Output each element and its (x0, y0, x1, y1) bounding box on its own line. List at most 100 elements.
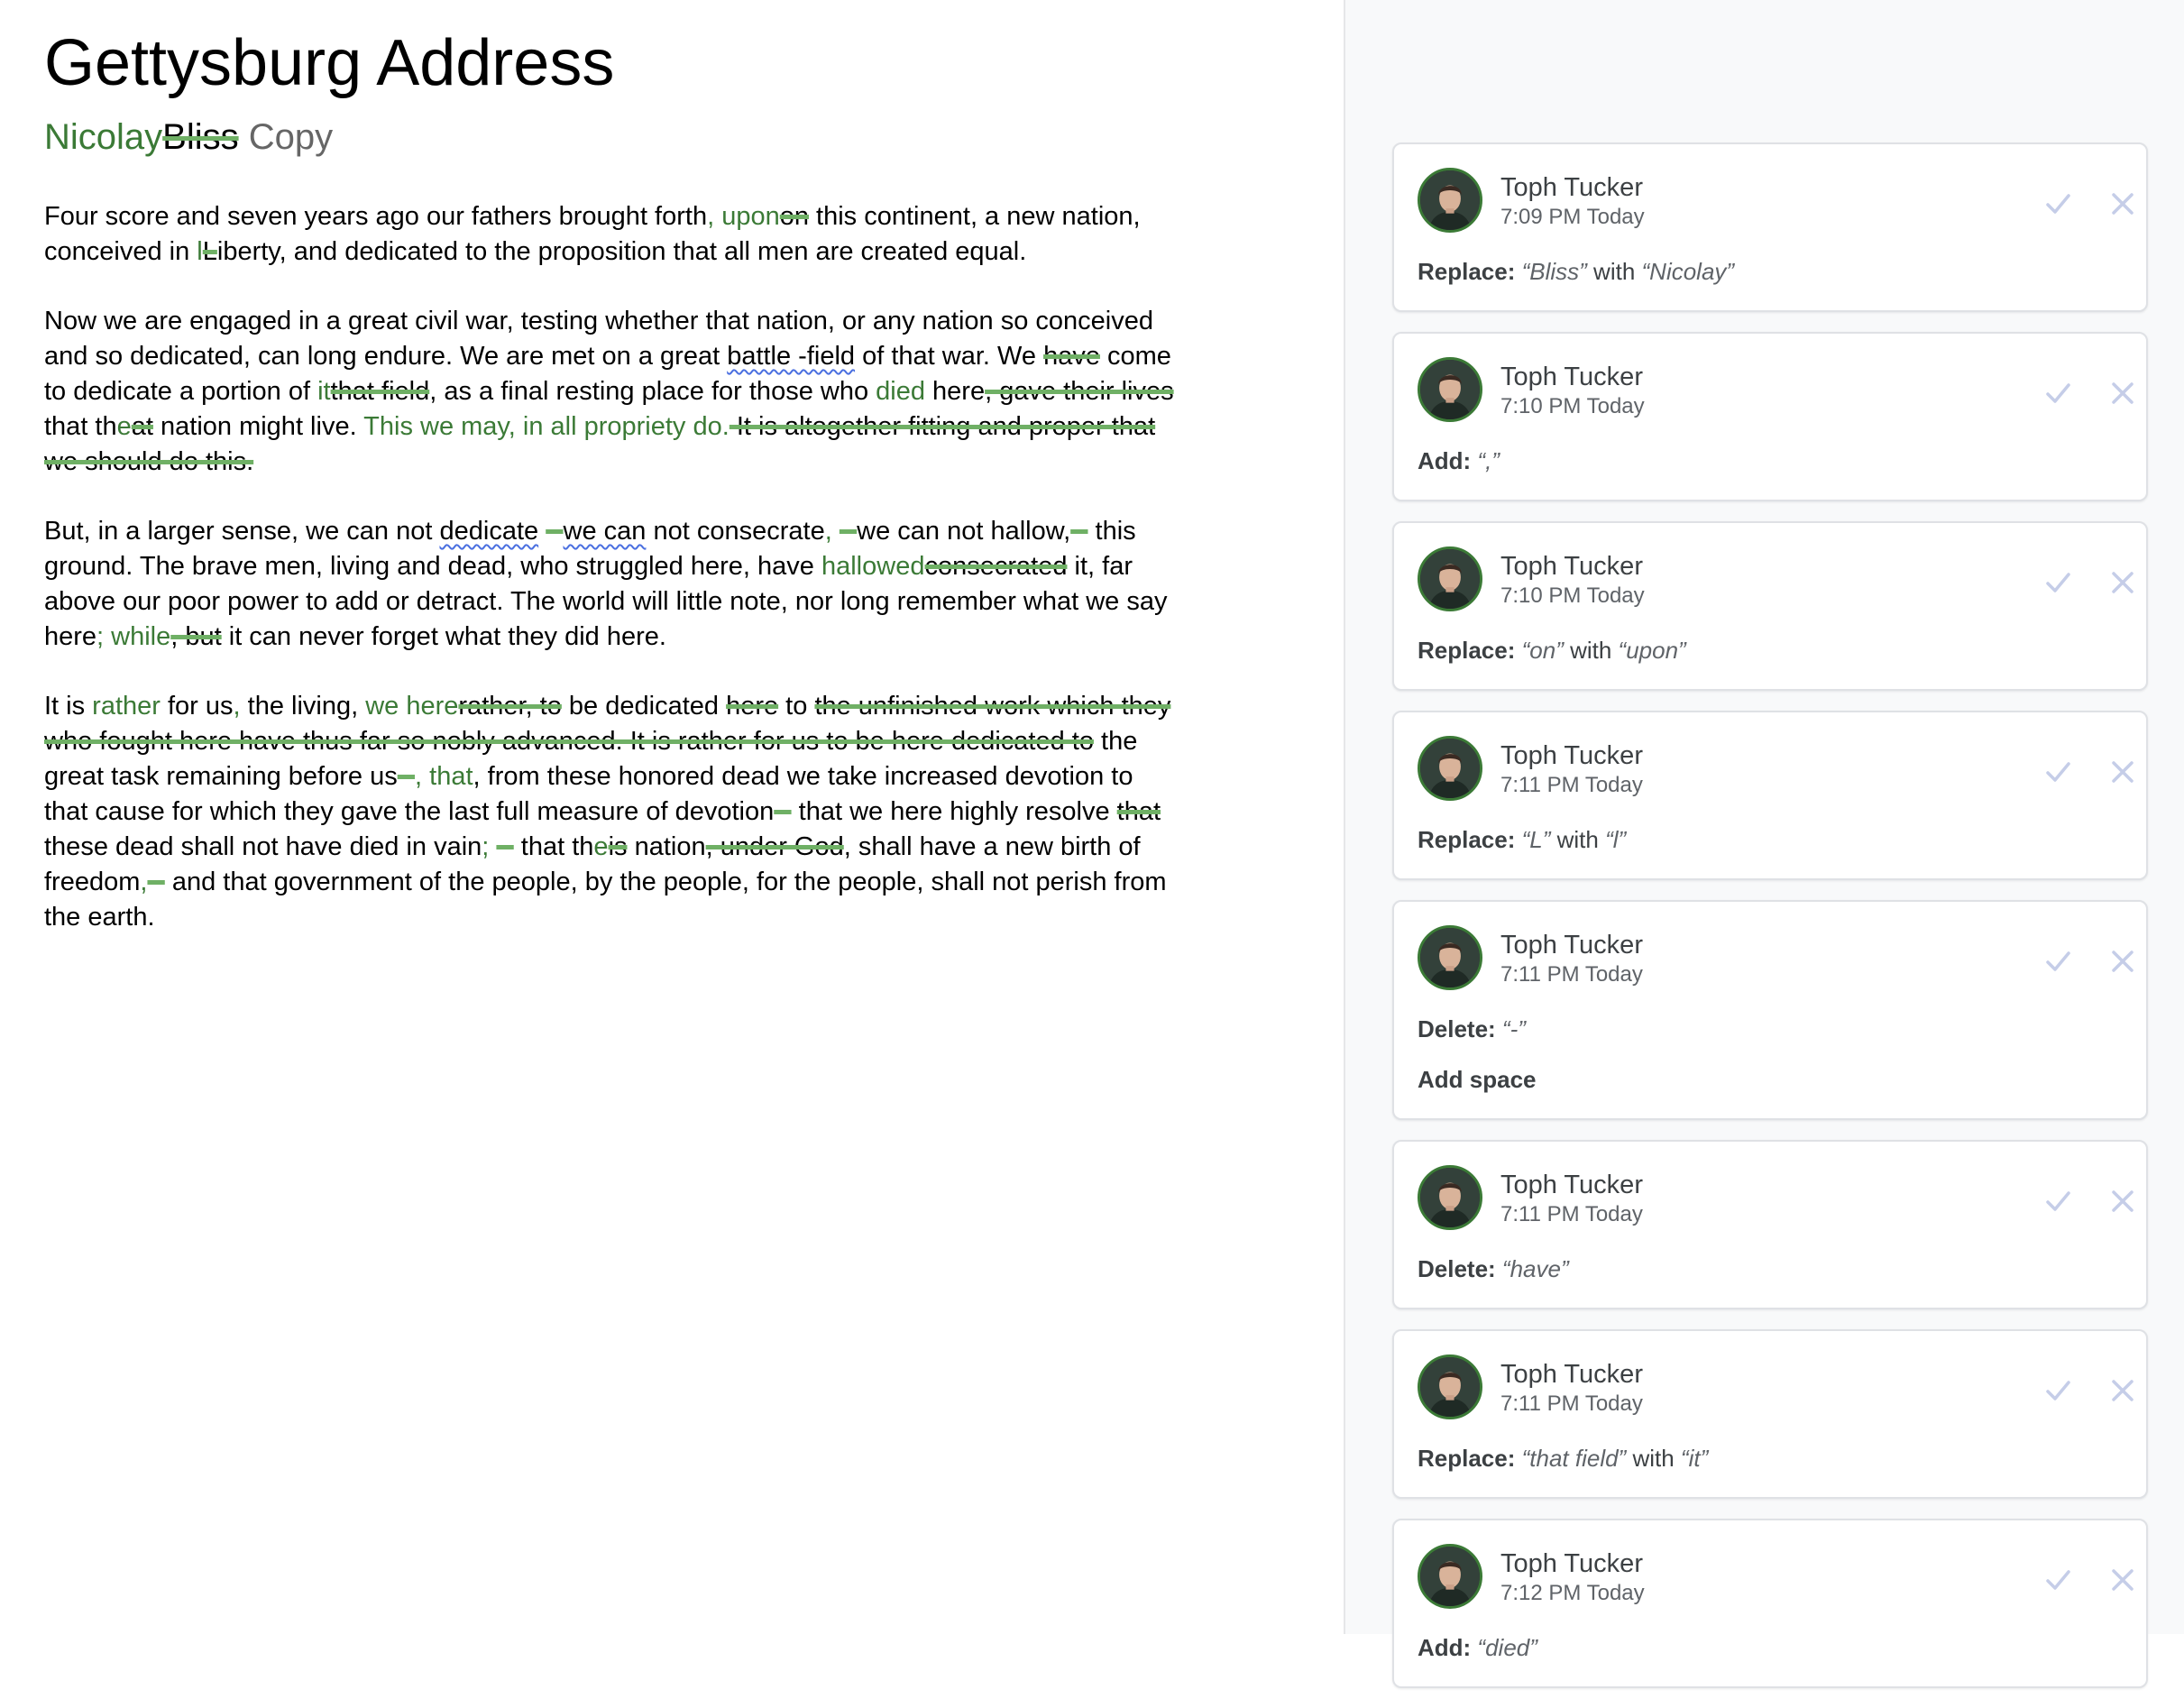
deleted-text[interactable]: is (609, 832, 628, 861)
deleted-text[interactable]: , gave their lives (985, 377, 1174, 406)
inserted-text[interactable]: we here (365, 692, 458, 721)
accept-suggestion-button[interactable] (2040, 1183, 2076, 1219)
document-subtitle[interactable]: NicolayBliss Copy (44, 112, 333, 162)
inserted-text[interactable]: died (876, 377, 925, 406)
deleted-text[interactable]: -- (840, 517, 857, 546)
deleted-text[interactable]: , but (170, 622, 221, 651)
paragraph[interactable]: Four score and seven years ago our fathe… (44, 199, 1180, 270)
close-icon (2112, 1569, 2134, 1591)
suggestion-card[interactable]: Toph Tucker 7:09 PM Today Replace: “Bliss”… (1392, 142, 2148, 312)
reject-suggestion-button[interactable] (2105, 754, 2141, 790)
deleted-text[interactable]: here (726, 692, 778, 721)
spellcheck-text[interactable]: dedicate (439, 517, 538, 546)
accept-suggestion-button[interactable] (2040, 565, 2076, 601)
suggestion-description: Replace: “Bliss” with “Nicolay” (1418, 256, 2123, 287)
paragraph[interactable]: Now we are engaged in a great civil war,… (44, 304, 1180, 480)
suggested-text: “,” (1471, 447, 1500, 474)
paragraph[interactable]: It is rather for us, the living, we here… (44, 689, 1180, 935)
body-text: But, in a larger sense, we can not (44, 517, 440, 546)
suggestion-meta: Toph Tucker 7:11 PM Today (1500, 1169, 1643, 1228)
deleted-text[interactable]: -- (147, 868, 164, 896)
suggestion-description: Add: “,” (1418, 445, 2123, 476)
deleted-text[interactable]: at (132, 412, 153, 441)
reject-suggestion-button[interactable] (2105, 1373, 2141, 1409)
inserted-text[interactable]: it (317, 377, 331, 406)
suggestion-card[interactable]: Toph Tucker 7:10 PM Today Add: “,” (1392, 332, 2148, 501)
reject-suggestion-button[interactable] (2105, 943, 2141, 979)
suggestion-meta: Toph Tucker 7:11 PM Today (1500, 929, 1643, 988)
deleted-text[interactable]: -- (496, 832, 513, 861)
suggestion-header: Toph Tucker 7:11 PM Today (1418, 1165, 2134, 1234)
reject-suggestion-button[interactable] (2105, 1183, 2141, 1219)
author-name: Toph Tucker (1500, 931, 1643, 960)
body-text: iberty, and dedicated to the proposition… (216, 237, 1027, 266)
body-text: of that war. We (855, 342, 1044, 371)
deleted-text[interactable]: , under God (706, 832, 844, 861)
accept-suggestion-button[interactable] (2040, 375, 2076, 411)
inserted-text[interactable]: , (234, 692, 241, 721)
deleted-text[interactable]: -- (398, 762, 415, 791)
deleted-text[interactable]: -- (1070, 517, 1087, 546)
suggestion-action-label: Replace: (1418, 1445, 1516, 1472)
accept-suggestion-button[interactable] (2040, 754, 2076, 790)
deleted-text[interactable]: that (1117, 797, 1161, 826)
author-name: Toph Tucker (1500, 741, 1643, 770)
deleted-text[interactable]: L (203, 237, 217, 266)
suggestion-description: Replace: “that field” with “it” (1418, 1443, 2123, 1474)
suggestion-card[interactable]: Toph Tucker 7:11 PM Today Replace: “L” wit… (1392, 711, 2148, 880)
deleted-text[interactable]: -- (774, 797, 791, 826)
suggestion-action-label: Delete: (1418, 1015, 1496, 1042)
inserted-text[interactable]: This we may, in all propriety do. (363, 412, 730, 441)
body-text: that we here highly resolve (791, 797, 1117, 826)
reject-suggestion-button[interactable] (2105, 1562, 2141, 1598)
accept-suggestion-button[interactable] (2040, 943, 2076, 979)
deleted-text[interactable]: rather, to (458, 692, 561, 721)
inserted-text[interactable]: e (593, 832, 608, 861)
body-text: for us (160, 692, 234, 721)
document-body[interactable]: Four score and seven years ago our fathe… (44, 199, 1180, 969)
suggested-text: “Bliss” (1515, 258, 1587, 285)
document-title[interactable]: Gettysburg Address (44, 25, 614, 101)
deleted-text[interactable]: Bliss (162, 117, 238, 157)
check-icon (2046, 573, 2070, 592)
inserted-text[interactable]: , (825, 517, 840, 546)
deleted-text[interactable]: that field (331, 377, 430, 406)
suggestion-card[interactable]: Toph Tucker 7:11 PM Today Replace: “that f… (1392, 1329, 2148, 1499)
accept-suggestion-button[interactable] (2040, 1562, 2076, 1598)
suggestion-list: Toph Tucker 7:09 PM Today Replace: “Bliss”… (1392, 142, 2148, 1708)
body-text: It is (44, 692, 93, 721)
suggested-text: “l” (1605, 826, 1627, 853)
deleted-text[interactable]: consecrated (924, 552, 1067, 581)
inserted-text[interactable]: Nicolay (44, 117, 162, 157)
accept-suggestion-button[interactable] (2040, 186, 2076, 222)
accept-suggestion-button[interactable] (2040, 1373, 2076, 1409)
spellcheck-text[interactable]: we can (564, 517, 647, 546)
close-icon (2112, 761, 2134, 783)
deleted-text[interactable]: on (780, 202, 809, 231)
inserted-text[interactable]: e (117, 412, 132, 441)
inserted-text[interactable]: ; while (96, 622, 170, 651)
avatar (1418, 925, 1482, 990)
timestamp: 7:11 PM Today (1500, 1391, 1643, 1416)
author-name: Toph Tucker (1500, 1171, 1643, 1199)
suggestion-card[interactable]: Toph Tucker 7:11 PM Today Delete: “-” Add s… (1392, 900, 2148, 1120)
inserted-text[interactable]: , that (415, 762, 473, 791)
reject-suggestion-button[interactable] (2105, 186, 2141, 222)
suggestion-card[interactable]: Toph Tucker 7:10 PM Today Replace: “on” wi… (1392, 521, 2148, 691)
reject-suggestion-button[interactable] (2105, 565, 2141, 601)
inserted-text[interactable]: rather (92, 692, 161, 721)
inserted-text[interactable]: , upon (707, 202, 780, 231)
body-text: we can not hallow, (857, 517, 1071, 546)
paragraph[interactable]: But, in a larger sense, we can not dedic… (44, 514, 1180, 655)
connector-text: with (1563, 637, 1619, 664)
inserted-text[interactable]: hallowed (821, 552, 924, 581)
suggestion-header: Toph Tucker 7:10 PM Today (1418, 357, 2134, 426)
deleted-text[interactable]: have (1043, 342, 1100, 371)
suggestion-card[interactable]: Toph Tucker 7:11 PM Today Delete: “have” (1392, 1140, 2148, 1309)
suggestion-card[interactable]: Toph Tucker 7:12 PM Today Add: “died” (1392, 1519, 2148, 1688)
deleted-text[interactable]: -- (546, 517, 563, 546)
body-text: be dedicated (561, 692, 727, 721)
suggestion-meta: Toph Tucker 7:11 PM Today (1500, 739, 1643, 799)
reject-suggestion-button[interactable] (2105, 375, 2141, 411)
spellcheck-text[interactable]: battle -field (727, 342, 855, 371)
